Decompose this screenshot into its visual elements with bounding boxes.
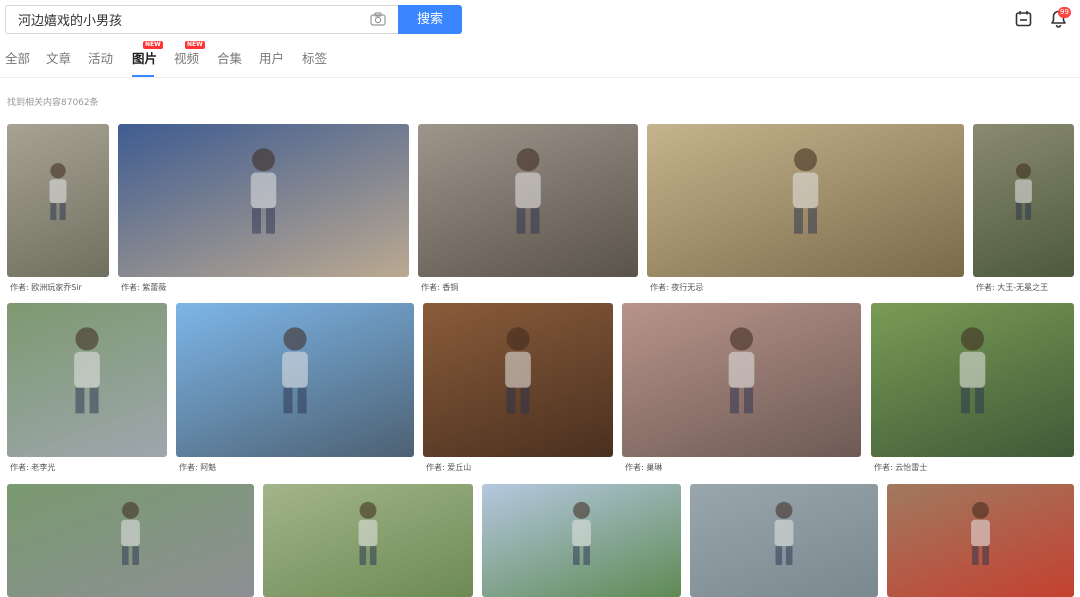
child-figure-icon (121, 501, 140, 565)
tab-6[interactable]: 合集 (217, 48, 242, 67)
photo-author[interactable]: 作者: 香铜 (421, 282, 458, 293)
child-figure-icon (728, 327, 755, 414)
child-figure-icon (282, 327, 308, 414)
photo-thumbnail[interactable] (423, 303, 613, 457)
photo-thumbnail[interactable] (263, 484, 473, 597)
child-figure-icon (774, 501, 794, 565)
photo-author[interactable]: 作者: 爱丘山 (426, 462, 471, 473)
child-figure-icon (515, 148, 541, 234)
child-figure-icon (572, 501, 591, 565)
photo-author[interactable]: 作者: 大王-无冕之王 (976, 282, 1048, 293)
tab-4[interactable]: 图片 (132, 48, 157, 67)
photo-thumbnail[interactable] (871, 303, 1074, 457)
photo-thumbnail[interactable] (7, 484, 254, 597)
photo-thumbnail[interactable] (622, 303, 861, 457)
camera-icon[interactable] (370, 12, 386, 26)
photo-author[interactable]: 作者: 云怡雷士 (874, 462, 927, 473)
child-figure-icon (74, 327, 100, 414)
photo-author[interactable]: 作者: 夜行无忌 (650, 282, 703, 293)
photo-thumbnail[interactable] (887, 484, 1074, 597)
photo-thumbnail[interactable] (418, 124, 638, 277)
child-figure-icon (971, 501, 990, 565)
child-figure-icon (959, 327, 986, 414)
photo-thumbnail[interactable] (176, 303, 414, 457)
calendar-icon[interactable] (1015, 10, 1032, 27)
child-figure-icon (505, 327, 531, 414)
active-tab-indicator (132, 75, 154, 77)
photo-thumbnail[interactable] (690, 484, 878, 597)
child-figure-icon (49, 163, 67, 221)
new-badge: NEW (143, 41, 163, 49)
photo-thumbnail[interactable] (482, 484, 681, 597)
tab-7[interactable]: 用户 (259, 48, 284, 67)
tab-3[interactable]: 活动 (88, 48, 113, 67)
tab-8[interactable]: 标签 (302, 48, 327, 67)
top-bar: 搜索 99 全部文章活动图片NEW视频NEW合集用户标签 (0, 0, 1080, 78)
tab-5[interactable]: 视频 (174, 48, 199, 67)
child-figure-icon (1015, 163, 1032, 220)
search-input[interactable] (6, 6, 366, 33)
child-figure-icon (792, 148, 819, 234)
photo-author[interactable]: 作者: 阿魁 (179, 462, 216, 473)
new-badge: NEW (185, 41, 205, 49)
photo-author[interactable]: 作者: 欧洲玩家乔Sir (10, 282, 82, 293)
photo-author[interactable]: 作者: 紫蕾薇 (121, 282, 166, 293)
photo-author[interactable]: 作者: 巢琳 (625, 462, 662, 473)
result-count: 找到相关内容87062条 (7, 98, 99, 108)
search-button[interactable]: 搜索 (398, 5, 462, 34)
photo-author[interactable]: 作者: 老李光 (10, 462, 55, 473)
notification-badge: 99 (1058, 7, 1071, 18)
child-figure-icon (250, 148, 277, 234)
photo-thumbnail[interactable] (118, 124, 409, 277)
photo-thumbnail[interactable] (973, 124, 1074, 277)
photo-thumbnail[interactable] (7, 303, 167, 457)
photo-thumbnail[interactable] (7, 124, 109, 277)
tab-2[interactable]: 文章 (46, 48, 71, 67)
child-figure-icon (358, 501, 378, 565)
tab-1[interactable]: 全部 (5, 48, 30, 67)
photo-thumbnail[interactable] (647, 124, 964, 277)
search-box (5, 5, 398, 34)
